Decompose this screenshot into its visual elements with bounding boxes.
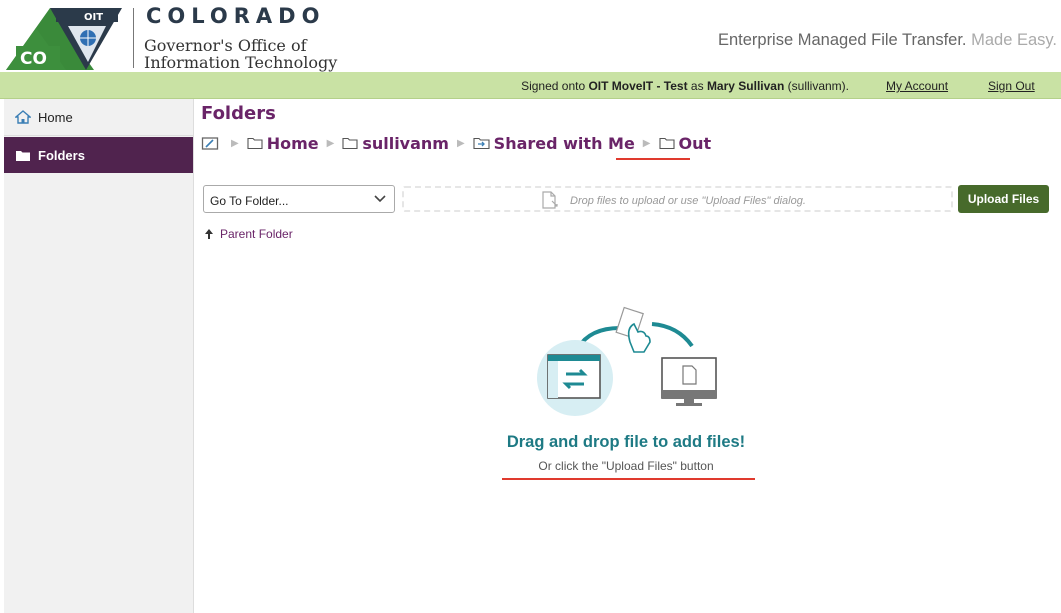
user-name: Mary Sullivan [706, 79, 785, 93]
brand-subtitle: Governor's Office of Information Technol… [144, 37, 337, 71]
folder-icon [16, 151, 30, 161]
annotation-underline-subtitle [502, 478, 755, 480]
system-name: OIT MoveIT - Test [588, 79, 688, 93]
upload-files-button[interactable]: Upload Files [958, 185, 1049, 213]
go-to-folder-select[interactable]: Go To Folder... [203, 185, 395, 213]
breadcrumb-out[interactable]: Out [658, 133, 712, 153]
breadcrumb: ▶ Home ▶ sullivanm ▶ Shared with Me ▶ Ou… [201, 132, 711, 154]
sidebar-item-home[interactable]: Home [4, 99, 193, 136]
breadcrumb-home[interactable]: Home [247, 134, 319, 153]
breadcrumb-label: Shared with Me [493, 133, 635, 153]
breadcrumb-separator-icon: ▶ [642, 137, 651, 149]
tagline-main: Enterprise Managed File Transfer. [717, 31, 967, 49]
tagline-fade: Made Easy. [971, 31, 1057, 49]
breadcrumb-root[interactable] [201, 135, 223, 151]
drag-drop-illustration [537, 306, 717, 416]
logo-divider [133, 8, 134, 68]
breadcrumb-separator-icon: ▶ [456, 137, 465, 149]
signed-on-text: Signed onto OIT MoveIT - Test as Mary Su… [521, 79, 849, 93]
breadcrumb-sullivanm[interactable]: sullivanm [342, 134, 449, 153]
breadcrumb-label: Out [678, 133, 712, 153]
chevron-down-icon [374, 195, 386, 203]
signed-on-prefix: Signed onto [521, 79, 589, 93]
brand-sub-line2: Information Technology [144, 53, 338, 72]
folder-outline-icon [658, 137, 675, 150]
breadcrumb-shared-with-me[interactable]: Shared with Me [473, 134, 635, 153]
home-icon [15, 110, 31, 124]
arrow-up-icon [205, 229, 213, 239]
drag-drop-title: Drag and drop file to add files! [506, 433, 746, 451]
annotation-underline-out [616, 158, 690, 160]
shared-folder-icon [473, 137, 490, 150]
file-drop-zone[interactable]: Drop files to upload or use "Upload File… [402, 186, 953, 212]
my-account-link[interactable]: My Account [886, 79, 948, 93]
go-to-folder-label: Go To Folder... [210, 194, 289, 208]
folder-outline-icon [247, 137, 263, 150]
parent-folder-label: Parent Folder [220, 227, 293, 241]
sidebar-item-label: Home [38, 110, 73, 125]
parent-folder-link[interactable]: Parent Folder [204, 227, 293, 241]
oit-logo: OIT CO [6, 8, 122, 70]
folder-tree-icon [201, 137, 219, 150]
header: OIT CO COLORADO Governor's Office of Inf… [0, 0, 1061, 72]
sidebar: Home Folders [4, 99, 194, 613]
signed-on-middle: as [687, 79, 707, 93]
brand-title: COLORADO [146, 4, 326, 28]
svg-text:CO: CO [20, 49, 47, 69]
breadcrumb-separator-icon: ▶ [326, 137, 335, 149]
sign-out-link[interactable]: Sign Out [988, 79, 1035, 93]
user-id: (sullivanm). [784, 79, 849, 93]
sidebar-item-label: Folders [38, 148, 85, 163]
upload-file-icon [542, 191, 558, 209]
breadcrumb-label: sullivanm [362, 133, 449, 153]
breadcrumb-separator-icon: ▶ [231, 137, 239, 149]
brand-sub-line1: Governor's Office of [144, 36, 307, 55]
svg-text:OIT: OIT [84, 12, 103, 23]
page-title: Folders [201, 103, 276, 124]
breadcrumb-label: Home [266, 133, 319, 153]
drag-drop-subtitle: Or click the "Upload Files" button [538, 459, 714, 473]
folder-outline-icon [342, 137, 358, 150]
tagline: Enterprise Managed File Transfer. Made E… [718, 31, 1057, 50]
drop-zone-text: Drop files to upload or use "Upload File… [570, 195, 806, 207]
sidebar-item-folders[interactable]: Folders [4, 137, 193, 173]
status-bar: Signed onto OIT MoveIT - Test as Mary Su… [0, 72, 1061, 99]
